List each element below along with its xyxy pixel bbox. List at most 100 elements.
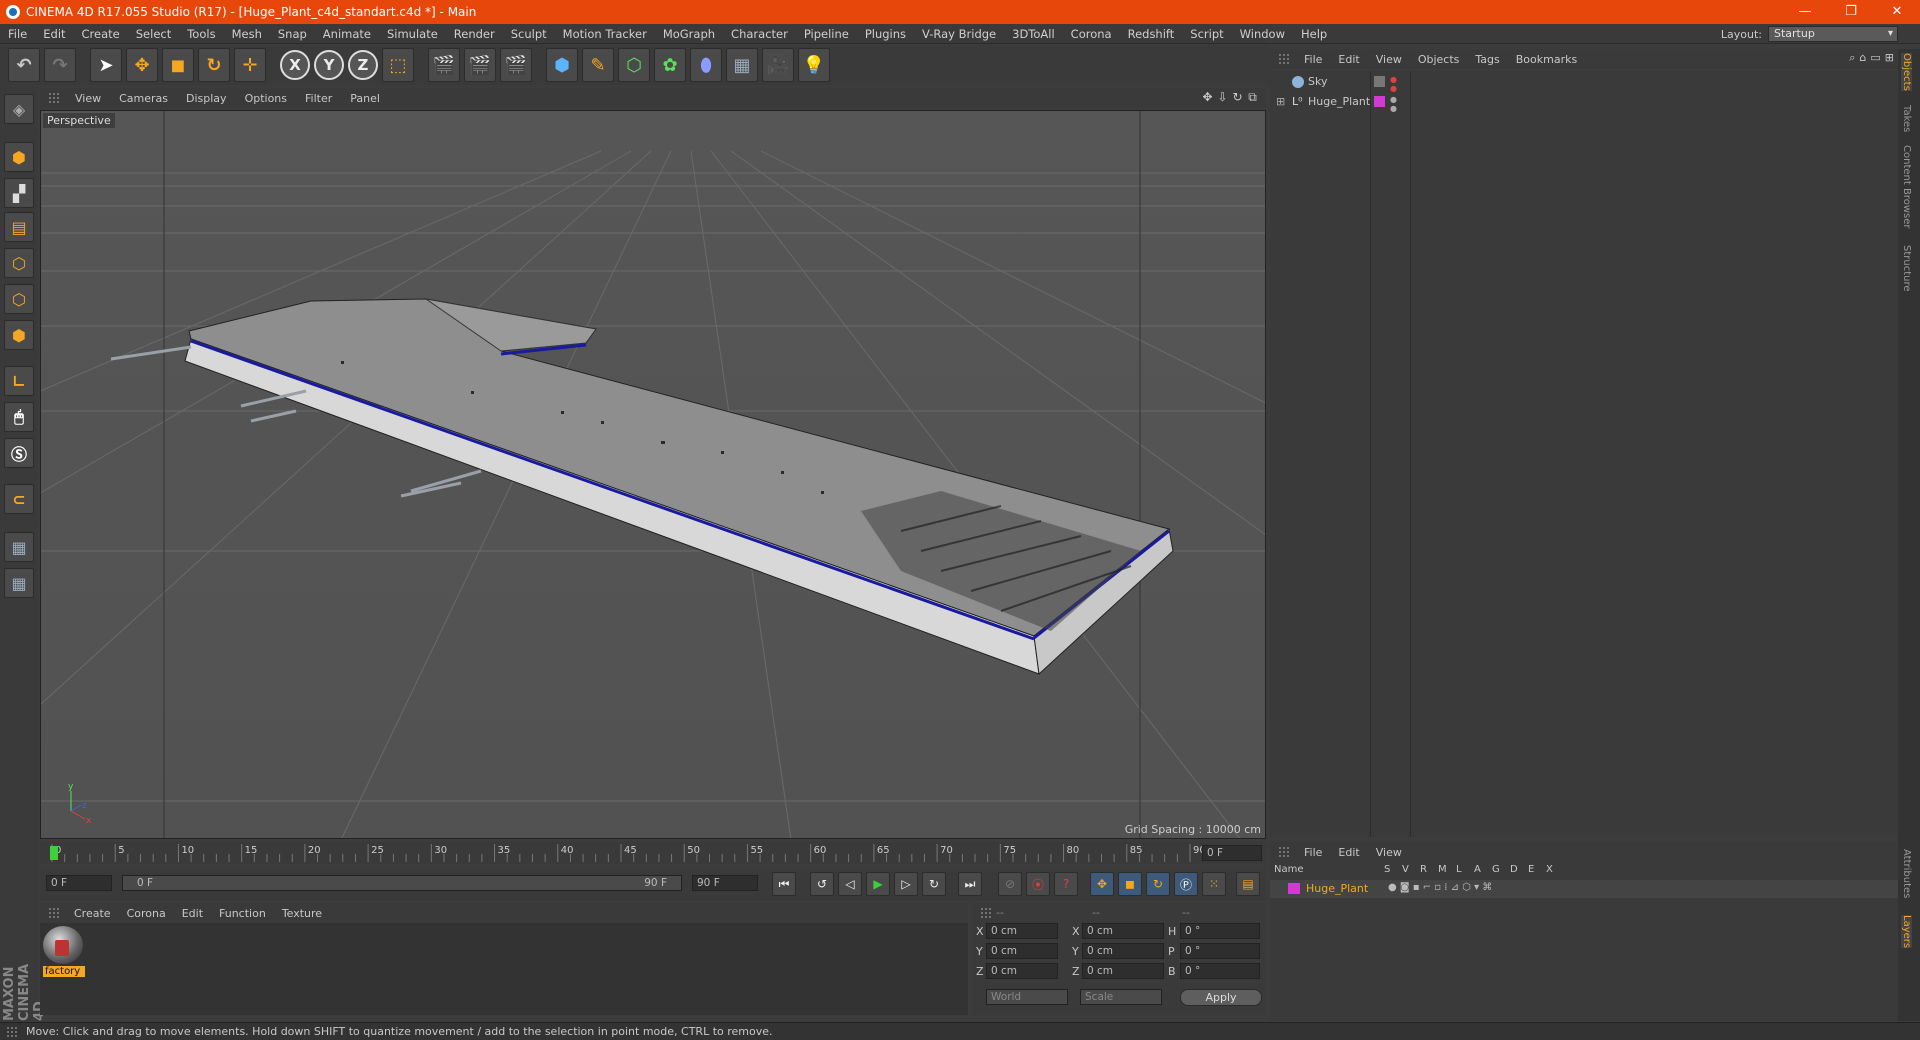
end-frame-field[interactable]: 90 F (692, 875, 758, 891)
object-menu-tags[interactable]: Tags (1467, 53, 1507, 66)
menu-snap[interactable]: Snap (270, 27, 315, 41)
tweak-mode-button[interactable]: 🖱 (4, 402, 34, 432)
material-menu-function[interactable]: Function (211, 907, 274, 920)
pen-spline-button[interactable]: ✎ (582, 48, 614, 82)
viewport-menu-panel[interactable]: Panel (341, 92, 389, 105)
scale-tool-button[interactable]: ◼ (162, 48, 194, 82)
expand-toggle-icon[interactable]: ⊞ (1276, 95, 1285, 108)
material-menu-corona[interactable]: Corona (119, 907, 174, 920)
home-icon[interactable]: ⌂ (1859, 51, 1866, 65)
layer-menu-edit[interactable]: Edit (1330, 846, 1367, 859)
dolly-view-icon[interactable]: ⇩ (1215, 90, 1230, 105)
edit-render-settings-button[interactable]: 🎬 (500, 48, 532, 82)
menu-script[interactable]: Script (1182, 27, 1231, 41)
start-frame-field[interactable]: 0 F (46, 875, 112, 891)
menu-pipeline[interactable]: Pipeline (796, 27, 857, 41)
position-y-field[interactable]: 0 cm (986, 943, 1058, 959)
axis-mode-button[interactable]: ∟ (4, 366, 34, 396)
size-z-field[interactable]: 0 cm (1082, 963, 1164, 979)
polygons-mode-button[interactable]: ⬢ (4, 320, 34, 350)
rotation-b-field[interactable]: 0 ° (1180, 963, 1260, 979)
coordinate-mode-select[interactable]: World (986, 989, 1068, 1005)
previous-key-button[interactable]: ↺ (810, 872, 834, 896)
next-frame-button[interactable]: ▷ (894, 872, 918, 896)
menu-redshift[interactable]: Redshift (1120, 27, 1183, 41)
model-mode-button[interactable]: ⬢ (4, 142, 34, 172)
tab-layers[interactable]: Layers (1901, 915, 1912, 949)
z-axis-lock-button[interactable]: Z (348, 50, 378, 80)
menu-render[interactable]: Render (446, 27, 503, 41)
pan-view-icon[interactable]: ✥ (1200, 90, 1215, 105)
next-key-button[interactable]: ↻ (922, 872, 946, 896)
coordinate-system-button[interactable]: ⬚ (382, 48, 414, 82)
position-x-field[interactable]: 0 cm (986, 923, 1058, 939)
viewport-menu-options[interactable]: Options (236, 92, 296, 105)
layer-row-huge-plant[interactable]: Huge_Plant ● ◙ ▪ ⌐ ▫ ⁞ ⊿ ⬡ ▾ ⌘ (1270, 880, 1898, 898)
menu-select[interactable]: Select (128, 27, 179, 41)
solo-mode-button[interactable]: Ⓢ (4, 438, 34, 468)
key-point-level-button[interactable]: ⁙ (1202, 872, 1226, 896)
frame-range-slider[interactable]: 0 F 90 F (122, 875, 682, 891)
deformer-button[interactable]: ⬮ (690, 48, 722, 82)
new-view-icon[interactable]: ▭ (1870, 51, 1880, 65)
material-menu-texture[interactable]: Texture (274, 907, 330, 920)
object-menu-view[interactable]: View (1368, 53, 1410, 66)
visibility-dots-icon[interactable]: ● ● (1390, 75, 1397, 93)
menu-3dtoall[interactable]: 3DToAll (1004, 27, 1063, 41)
material-menu-create[interactable]: Create (66, 907, 119, 920)
live-selection-button[interactable]: ✛ (234, 48, 266, 82)
play-button[interactable]: ▶ (866, 872, 890, 896)
tab-attributes[interactable]: Attributes (1901, 849, 1912, 898)
tab-content-browser[interactable]: Content Browser (1901, 145, 1912, 228)
object-menu-file[interactable]: File (1296, 53, 1330, 66)
subdivision-surface-button[interactable]: ⬡ (618, 48, 650, 82)
rotation-h-field[interactable]: 0 ° (1180, 923, 1260, 939)
menu-plugins[interactable]: Plugins (857, 27, 914, 41)
current-frame-field[interactable]: 0 F (1202, 845, 1262, 861)
tab-structure[interactable]: Structure (1901, 245, 1912, 292)
close-button[interactable]: ✕ (1874, 0, 1920, 24)
texture-mode-button[interactable]: ▞ (4, 178, 34, 208)
menu-file[interactable]: File (0, 27, 35, 41)
planar-workplane-button[interactable]: ▦ (4, 568, 34, 598)
light-button[interactable]: 💡 (798, 48, 830, 82)
viewport-menu-cameras[interactable]: Cameras (110, 92, 177, 105)
key-rotation-button[interactable]: ↻ (1146, 872, 1170, 896)
render-picture-viewer-button[interactable]: 🎬 (464, 48, 496, 82)
go-to-end-button[interactable]: ⏭ (958, 872, 982, 896)
display-tag-icon[interactable] (1374, 76, 1385, 87)
menu-animate[interactable]: Animate (315, 27, 379, 41)
previous-frame-button[interactable]: ◁ (838, 872, 862, 896)
key-scale-button[interactable]: ◼ (1118, 872, 1142, 896)
layer-menu-view[interactable]: View (1368, 846, 1410, 859)
menu-window[interactable]: Window (1232, 27, 1293, 41)
undo-button[interactable]: ↶ (8, 48, 40, 82)
go-to-start-button[interactable]: ⏮ (772, 872, 796, 896)
cloner-button[interactable]: ✿ (654, 48, 686, 82)
lock-workplane-button[interactable]: ▦ (4, 532, 34, 562)
edges-mode-button[interactable]: ⬡ (4, 284, 34, 314)
layer-flags-icons[interactable]: ● ◙ ▪ ⌐ ▫ ⁞ ⊿ ⬡ ▾ ⌘ (1388, 882, 1492, 893)
menu-simulate[interactable]: Simulate (379, 27, 446, 41)
restore-button[interactable]: ❐ (1828, 0, 1874, 24)
layer-color-tag[interactable] (1374, 96, 1385, 107)
rotation-p-field[interactable]: 0 ° (1180, 943, 1260, 959)
menu-corona[interactable]: Corona (1063, 27, 1120, 41)
rotate-tool-button[interactable]: ↻ (198, 48, 230, 82)
points-mode-button[interactable]: ⬡ (4, 248, 34, 278)
menu-create[interactable]: Create (74, 27, 128, 41)
menu-tools[interactable]: Tools (179, 27, 223, 41)
layer-color-swatch[interactable] (1288, 883, 1300, 894)
workplane-mode-button[interactable]: ▤ (4, 212, 34, 242)
timeline-playhead[interactable] (50, 846, 58, 860)
tab-objects[interactable]: Objects (1901, 53, 1912, 91)
menu-mograph[interactable]: MoGraph (655, 27, 723, 41)
menu-character[interactable]: Character (723, 27, 796, 41)
menu-help[interactable]: Help (1293, 27, 1335, 41)
record-keys-disabled-button[interactable]: ⊘ (998, 872, 1022, 896)
perspective-viewport[interactable]: y x z Perspective Grid Spacing : 10000 c… (40, 110, 1266, 839)
timeline-ruler[interactable]: 0 5 10 15 20 25 30 35 40 45 50 55 60 65 70 75 80 85 90 0 F (40, 842, 1266, 864)
visibility-dots-icon[interactable]: ● ● (1390, 95, 1397, 113)
tab-takes[interactable]: Takes (1901, 105, 1912, 132)
position-z-field[interactable]: 0 cm (986, 963, 1058, 979)
